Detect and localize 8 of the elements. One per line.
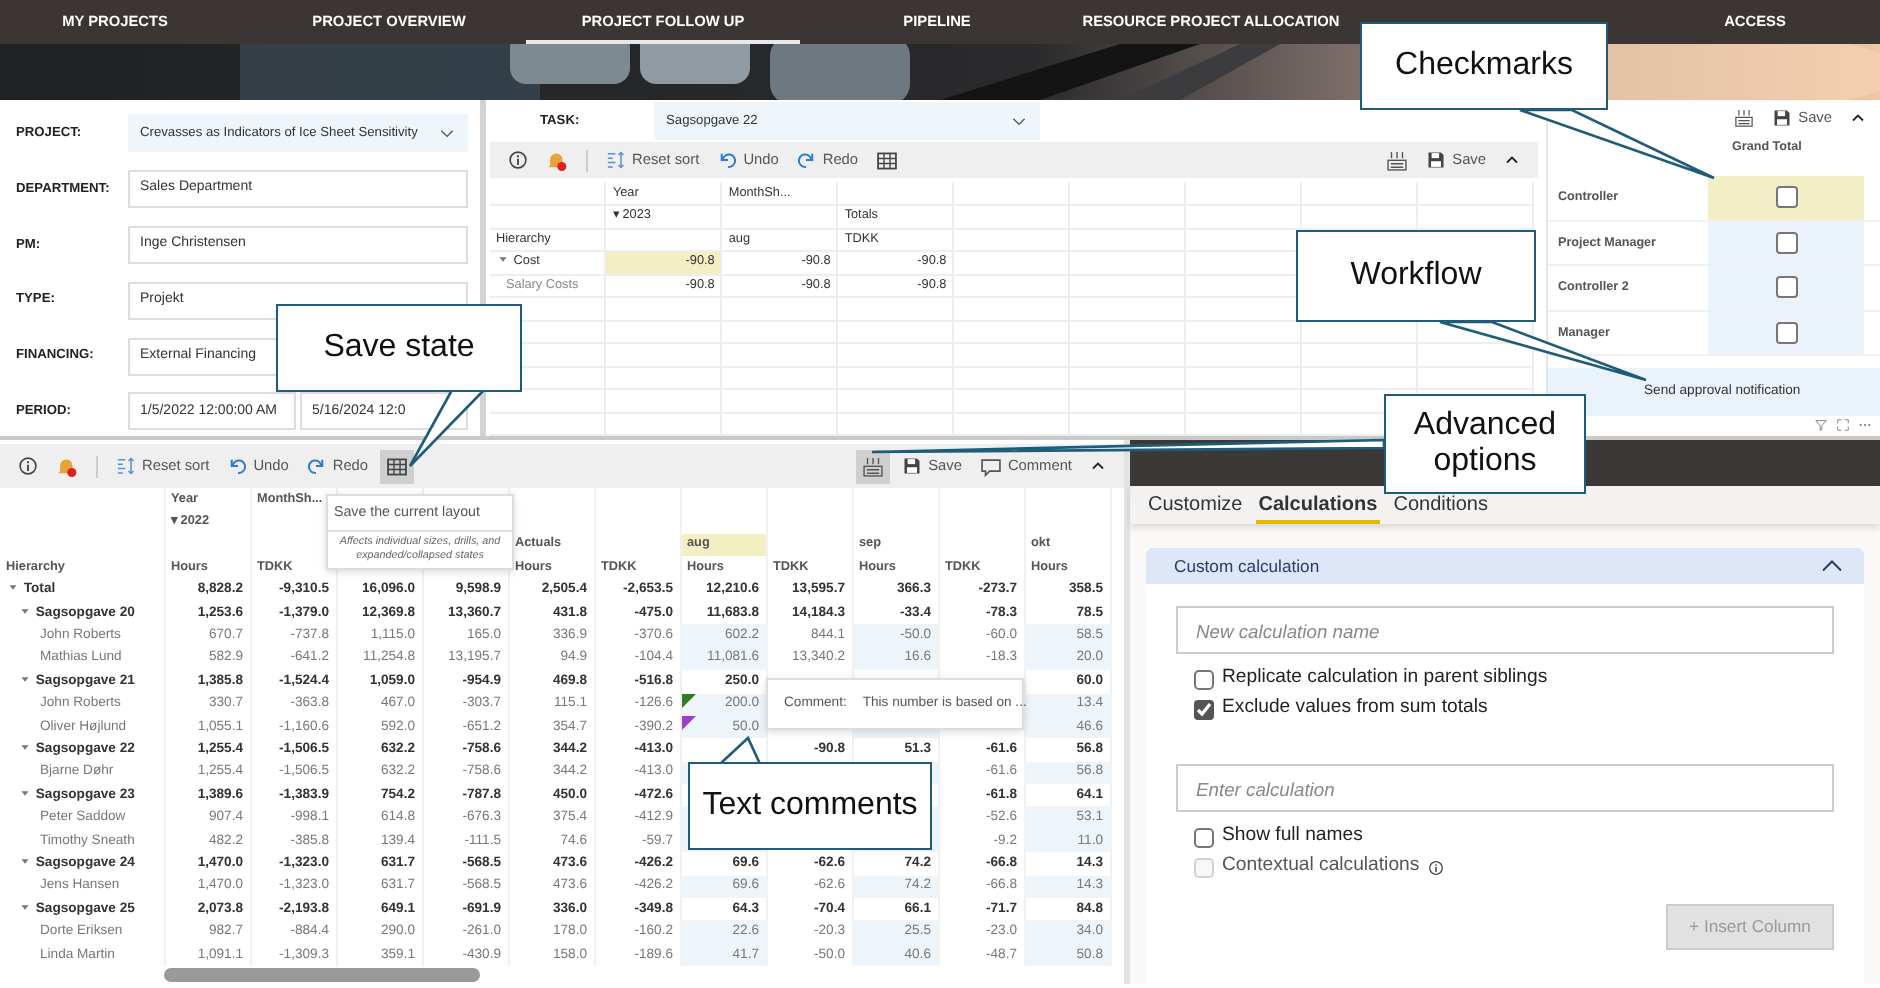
callout-tooltip: Checkmarks (1360, 22, 1608, 110)
option-label: Exclude values from sum totals (1222, 694, 1488, 723)
option-label: Contextual calculations (1222, 852, 1420, 881)
option-label: Replicate calculation in parent siblings (1222, 664, 1548, 693)
callout-tooltip: Workflow (1296, 230, 1536, 322)
option-label: Show full names (1222, 822, 1363, 851)
section-title: Custom calculation (1174, 553, 1320, 579)
callout-tooltip: Advanced options (1384, 394, 1586, 494)
